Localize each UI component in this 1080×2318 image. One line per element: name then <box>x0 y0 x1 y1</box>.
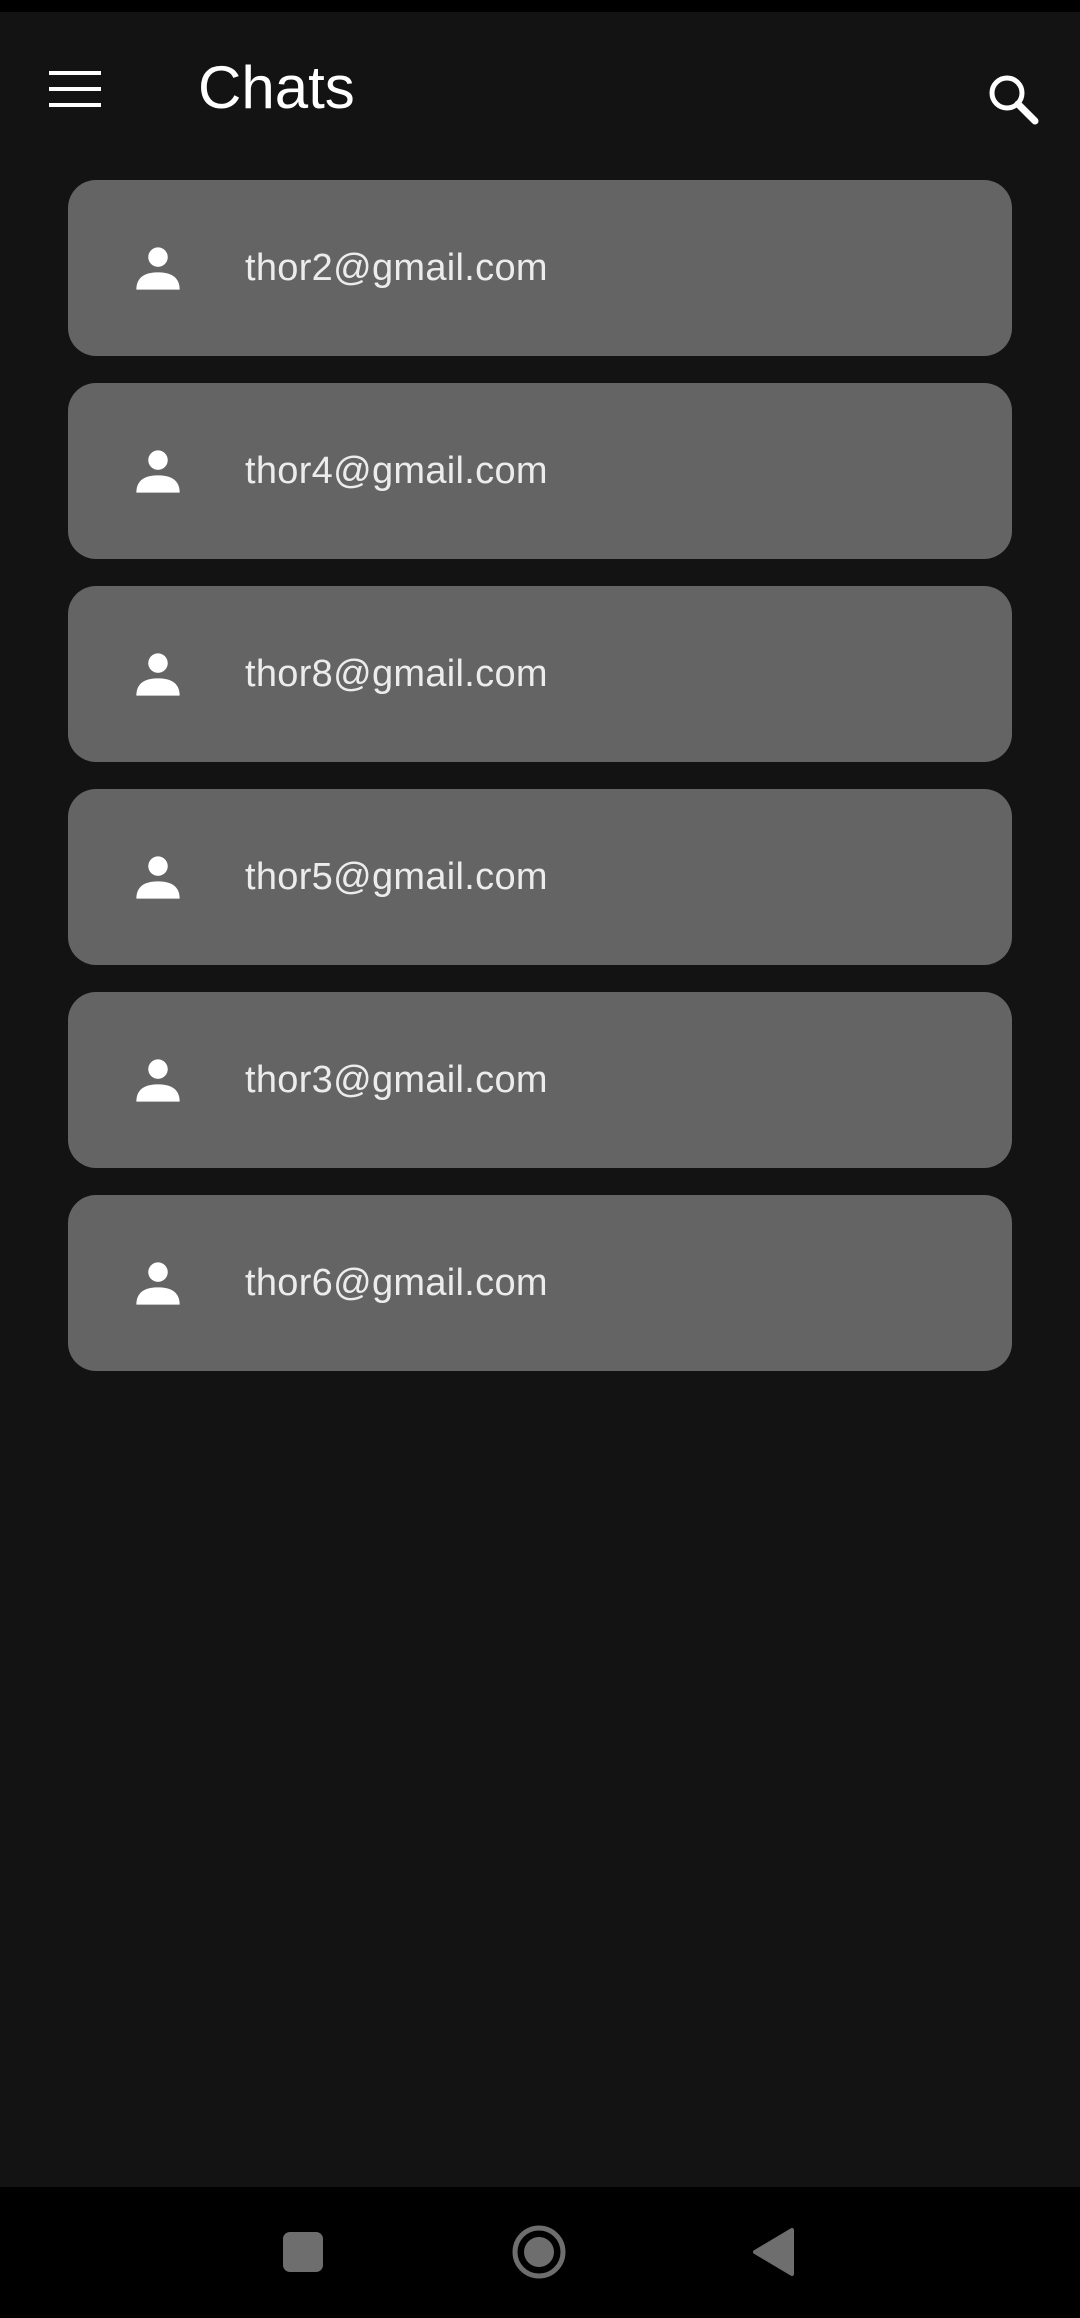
back-button[interactable] <box>733 2212 813 2292</box>
chat-email-label: thor3@gmail.com <box>245 1058 548 1101</box>
chat-email-label: thor8@gmail.com <box>245 652 548 695</box>
triangle-back-icon <box>753 2228 794 2276</box>
chat-email-label: thor6@gmail.com <box>245 1261 548 1304</box>
chat-list-item[interactable]: thor6@gmail.com <box>68 1195 1012 1371</box>
person-icon <box>136 1262 180 1305</box>
page-title: Chats <box>198 54 355 121</box>
chat-list-item[interactable]: thor4@gmail.com <box>68 383 1012 559</box>
person-icon <box>136 856 180 899</box>
chat-email-label: thor4@gmail.com <box>245 449 548 492</box>
chat-list-item[interactable]: thor3@gmail.com <box>68 992 1012 1168</box>
chat-list-item[interactable]: thor5@gmail.com <box>68 789 1012 965</box>
person-icon <box>136 450 180 493</box>
search-button[interactable] <box>968 54 1058 144</box>
chat-list-item[interactable]: thor8@gmail.com <box>68 586 1012 762</box>
chat-email-label: thor5@gmail.com <box>245 855 548 898</box>
chat-email-label: thor2@gmail.com <box>245 246 548 289</box>
person-icon <box>136 247 180 290</box>
circle-icon <box>512 2225 566 2279</box>
hamburger-menu-icon <box>49 71 101 107</box>
square-icon <box>283 2232 323 2272</box>
chat-list-item[interactable]: thor2@gmail.com <box>68 180 1012 356</box>
person-icon <box>136 653 180 696</box>
system-navigation-bar <box>0 2187 1080 2318</box>
menu-button[interactable] <box>30 44 120 134</box>
search-icon <box>989 75 1039 125</box>
recents-button[interactable] <box>263 2212 343 2292</box>
home-button[interactable] <box>499 2212 579 2292</box>
person-icon <box>136 1059 180 1102</box>
chat-list: thor2@gmail.com thor4@gmail.com thor8@gm… <box>68 180 1012 1398</box>
status-bar <box>0 0 1080 12</box>
app-bar: Chats <box>0 12 1080 162</box>
